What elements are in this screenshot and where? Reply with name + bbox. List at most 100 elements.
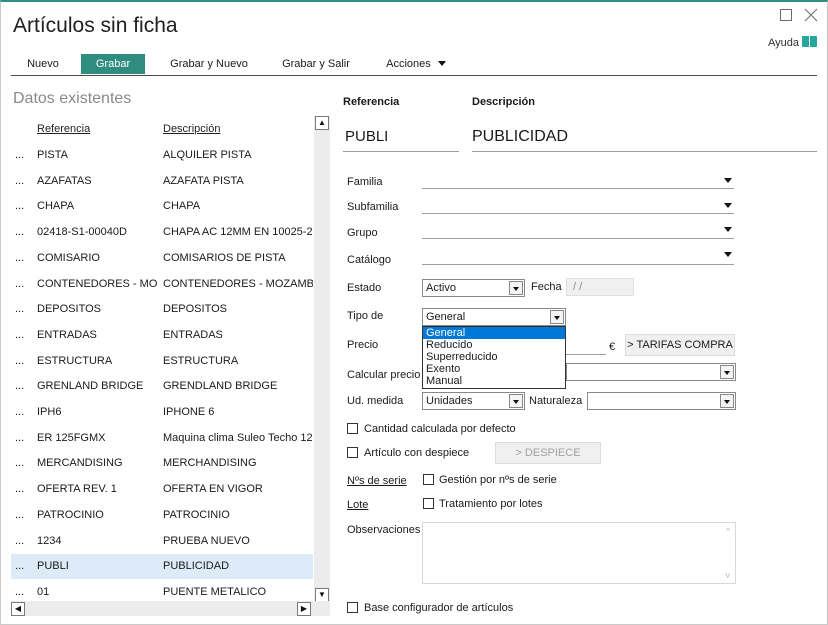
actions-menu[interactable]: Acciones xyxy=(381,54,451,74)
calcular-precio-select[interactable] xyxy=(566,363,736,381)
close-icon[interactable] xyxy=(804,8,818,27)
list-item[interactable]: ... 1234 PRUEBA NUEVO xyxy=(11,529,313,554)
referencia-field[interactable]: PUBLI xyxy=(345,128,388,145)
row-menu-dots[interactable]: ... xyxy=(15,406,25,418)
lote-checkbox[interactable] xyxy=(423,498,434,509)
base-configurador-label: Base configurador de artículos xyxy=(364,602,514,614)
save-button[interactable]: Grabar xyxy=(81,54,145,74)
row-menu-dots[interactable]: ... xyxy=(15,329,25,341)
tipo-option[interactable]: Superreducido xyxy=(423,351,565,363)
base-configurador-checkbox[interactable] xyxy=(347,602,358,613)
row-menu-dots[interactable]: ... xyxy=(15,303,25,315)
estado-select[interactable]: Activo xyxy=(422,279,525,297)
estado-value: Activo xyxy=(426,282,456,294)
despiece-button[interactable]: > DESPIECE xyxy=(495,442,601,464)
observaciones-textarea[interactable]: ^ v xyxy=(422,522,736,584)
list-item[interactable]: ... PISTA ALQUILER PISTA xyxy=(11,143,313,168)
tipo-option[interactable]: Exento xyxy=(423,363,565,375)
row-menu-dots[interactable]: ... xyxy=(15,252,25,264)
series-link[interactable]: Nºs de serie xyxy=(347,475,407,487)
naturaleza-select[interactable] xyxy=(587,392,736,410)
subfamilia-dropdown[interactable] xyxy=(422,213,734,214)
naturaleza-chevron-down-icon[interactable] xyxy=(720,394,734,408)
list-horizontal-scrollbar[interactable]: ◀ ▶ xyxy=(11,601,330,616)
row-menu-dots[interactable]: ... xyxy=(15,483,25,495)
row-menu-dots[interactable]: ... xyxy=(15,278,25,290)
save-and-exit-button[interactable]: Grabar y Salir xyxy=(271,54,361,74)
precio-field[interactable] xyxy=(566,354,606,355)
list-item[interactable]: ... IPH6 IPHONE 6 xyxy=(11,400,313,425)
row-referencia: 1234 xyxy=(37,534,62,547)
list-item[interactable]: ... CONTENEDORES - MOZ CONTENEDORES - MOZA… xyxy=(11,272,313,297)
save-and-new-button[interactable]: Grabar y Nuevo xyxy=(161,54,257,74)
row-descripcion: PUENTE METALICO xyxy=(163,585,267,598)
scroll-right-icon[interactable]: ▶ xyxy=(297,602,311,616)
textarea-scroll-down-icon[interactable]: v xyxy=(726,570,731,580)
fecha-field[interactable]: / / xyxy=(566,278,634,296)
despiece-checkbox[interactable] xyxy=(347,447,358,458)
ud-medida-select[interactable]: Unidades xyxy=(422,392,525,410)
list-item[interactable]: ... PUBLI PUBLICIDAD xyxy=(11,554,313,580)
calcular-chevron-down-icon[interactable] xyxy=(720,365,734,379)
row-descripcion: CONTENEDORES - MOZAMBIC xyxy=(163,277,313,290)
row-menu-dots[interactable]: ... xyxy=(15,200,25,212)
despiece-label: Artículo con despiece xyxy=(364,447,470,459)
cantidad-checkbox[interactable] xyxy=(347,423,358,434)
list-item[interactable]: ... COMISARIO COMISARIOS DE PISTA xyxy=(11,246,313,271)
tarifas-compra-button[interactable]: > TARIFAS COMPRA xyxy=(625,334,735,356)
textarea-scroll-up-icon[interactable]: ^ xyxy=(726,526,730,536)
list-item[interactable]: ... CHAPA CHAPA xyxy=(11,194,313,219)
row-menu-dots[interactable]: ... xyxy=(15,355,25,367)
list-item[interactable]: ... DEPOSITOS DEPOSITOS xyxy=(11,297,313,322)
descripcion-field[interactable]: PUBLICIDAD xyxy=(472,128,568,146)
tipo-option[interactable]: General xyxy=(423,327,565,339)
row-menu-dots[interactable]: ... xyxy=(15,535,25,547)
familia-chevron-down-icon[interactable] xyxy=(724,178,732,183)
tipo-select[interactable]: General xyxy=(422,308,566,326)
help-button[interactable]: Ayuda xyxy=(768,36,817,49)
actions-label: Acciones xyxy=(386,58,431,70)
catalogo-chevron-down-icon[interactable] xyxy=(724,252,732,257)
tipo-option[interactable]: Reducido xyxy=(423,339,565,351)
column-header-descripcion[interactable]: Descripción xyxy=(163,123,220,135)
tipo-option[interactable]: Manual xyxy=(423,375,565,387)
list-item[interactable]: ... ER 125FGMX Maquina clima Suleo Techo 1… xyxy=(11,426,313,451)
caret-down-icon xyxy=(437,61,446,66)
precio-label: Precio xyxy=(347,339,379,351)
row-menu-dots[interactable]: ... xyxy=(15,432,25,444)
grupo-chevron-down-icon[interactable] xyxy=(724,227,732,232)
list-item[interactable]: ... ENTRADAS ENTRADAS xyxy=(11,323,313,348)
maximize-icon[interactable] xyxy=(779,8,793,27)
scroll-left-icon[interactable]: ◀ xyxy=(11,602,25,616)
lote-link[interactable]: Lote xyxy=(347,499,368,511)
catalogo-dropdown[interactable] xyxy=(422,264,734,265)
list-item[interactable]: ... ESTRUCTURA ESTRUCTURA xyxy=(11,349,313,374)
row-menu-dots[interactable]: ... xyxy=(15,586,25,598)
familia-dropdown[interactable] xyxy=(422,188,734,189)
new-button[interactable]: Nuevo xyxy=(19,54,67,74)
estado-chevron-down-icon[interactable] xyxy=(509,281,523,295)
list-item[interactable]: ... PATROCINIO PATROCINIO xyxy=(11,503,313,528)
series-checkbox[interactable] xyxy=(423,474,434,485)
row-menu-dots[interactable]: ... xyxy=(15,149,25,161)
scroll-up-icon[interactable]: ▲ xyxy=(315,116,329,130)
row-menu-dots[interactable]: ... xyxy=(15,380,25,392)
scroll-down-icon[interactable]: ▼ xyxy=(315,588,329,602)
list-item[interactable]: ... OFERTA REV. 1 OFERTA EN VIGOR xyxy=(11,477,313,502)
tipo-value: General xyxy=(426,311,466,323)
ud-medida-chevron-down-icon[interactable] xyxy=(509,394,523,408)
grupo-dropdown[interactable] xyxy=(422,238,734,239)
row-menu-dots[interactable]: ... xyxy=(15,226,25,238)
row-menu-dots[interactable]: ... xyxy=(15,457,25,469)
row-menu-dots[interactable]: ... xyxy=(15,560,25,572)
row-menu-dots[interactable]: ... xyxy=(15,509,25,521)
subfamilia-chevron-down-icon[interactable] xyxy=(724,203,732,208)
list-item[interactable]: ... 02418-S1-00040D CHAPA AC 12MM EN 10025… xyxy=(11,220,313,245)
column-header-referencia[interactable]: Referencia xyxy=(37,123,90,135)
tipo-chevron-down-icon[interactable] xyxy=(550,310,564,324)
row-menu-dots[interactable]: ... xyxy=(15,175,25,187)
list-vertical-scrollbar[interactable]: ▲ ▼ xyxy=(314,116,330,602)
list-item[interactable]: ... GRENLAND BRIDGE GRENDLAND BRIDGE xyxy=(11,374,313,399)
list-item[interactable]: ... MERCANDISING MERCHANDISING xyxy=(11,451,313,476)
list-item[interactable]: ... AZAFATAS AZAFATA PISTA xyxy=(11,169,313,194)
